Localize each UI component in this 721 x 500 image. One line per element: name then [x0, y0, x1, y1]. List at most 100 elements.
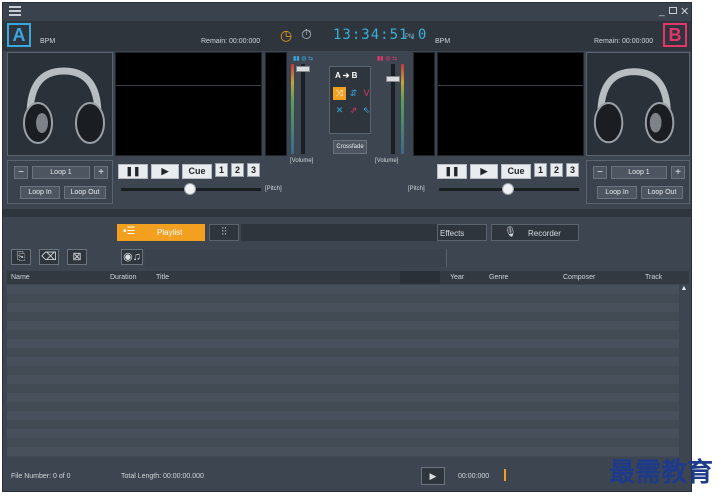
tab-equalizer[interactable]: ⫶⫶	[209, 224, 239, 241]
deck-b-waveform[interactable]	[437, 52, 584, 156]
title-bar: _ ✕	[3, 3, 691, 21]
total-length: Total Length: 00:00:00.000	[121, 473, 204, 480]
stopwatch-icon: ⏱	[301, 26, 312, 42]
section-divider	[3, 209, 691, 217]
deck-b-pitch-knob[interactable]	[502, 183, 514, 195]
deck-b-waveform-small	[413, 52, 435, 156]
deck-a-waveform-small	[265, 52, 287, 156]
clock-icon: ◷	[280, 27, 293, 43]
deck-a-badge: A	[7, 23, 31, 47]
deck-a-volume-knob[interactable]	[296, 66, 310, 72]
column-title[interactable]: Title	[156, 274, 169, 281]
ab-transition-box: A ➔ B ⤨ ⇵ V ✕ ⇗ ⇖	[329, 66, 371, 134]
mixer-panel: ▮▮ ◍ ⇆ A ➔ B ⤨ ⇵ V ✕ ⇗ ⇖ Crossfade ▮▮ ◍ …	[289, 52, 413, 162]
deck-a-mini-icons: ▮▮ ◍ ⇆	[293, 56, 314, 62]
fade-x-icon[interactable]: ✕	[333, 104, 346, 117]
minimize-icon[interactable]: _	[659, 6, 665, 17]
deck-a-hotcue-3[interactable]: 3	[247, 163, 260, 177]
tab-recorder-label: Recorder	[528, 229, 561, 238]
deck-a-bpm: BPM	[40, 38, 56, 45]
playlist-scrollbar[interactable]: ▲	[679, 285, 689, 457]
maximize-icon[interactable]	[669, 7, 677, 14]
tab-playlist[interactable]: •☰ Playlist	[117, 224, 205, 241]
deck-a-level-meter	[291, 64, 294, 154]
deck-a-pitch-label: [Pitch]	[265, 186, 282, 192]
add-file-icon[interactable]: ⎘	[11, 249, 31, 265]
deck-a-pause-button[interactable]: ❚❚	[118, 164, 148, 179]
deck-a-pitch-knob[interactable]	[184, 183, 196, 195]
deck-a-hotcue-1[interactable]: 1	[215, 163, 228, 177]
deck-b-pitch-label: [Pitch]	[408, 186, 425, 192]
deck-b-level-meter	[401, 64, 404, 154]
deck-b-loop-select[interactable]: Loop 1	[611, 166, 667, 179]
column-composer[interactable]: Composer	[563, 274, 595, 281]
deck-a-loop-minus[interactable]: −	[14, 166, 28, 179]
deck-b-bpm: BPM	[435, 38, 451, 45]
deck-a-loop-select[interactable]: Loop 1	[32, 166, 90, 179]
ab-label: A ➔ B	[335, 71, 358, 80]
deck-a-waveform[interactable]	[115, 52, 262, 156]
deck-b-volume-knob[interactable]	[386, 76, 400, 82]
headphones-icon	[23, 67, 105, 144]
preview-progress[interactable]	[504, 469, 506, 481]
deck-b-play-button[interactable]: ▶	[470, 164, 498, 179]
deck-b-hotcue-1[interactable]: 1	[534, 163, 547, 177]
playlist-rows[interactable]	[7, 285, 679, 457]
hamburger-icon[interactable]	[9, 6, 21, 16]
tab-effects[interactable]: Effects	[437, 224, 487, 241]
fade-v-icon[interactable]: V	[360, 87, 373, 100]
deck-b-loop-plus[interactable]: +	[671, 166, 685, 179]
column-duration[interactable]: Duration	[110, 274, 136, 281]
deck-b-loop-out[interactable]: Loop Out	[641, 186, 683, 199]
deck-a-cue-button[interactable]: Cue	[182, 164, 212, 179]
deck-b-cue-button[interactable]: Cue	[501, 164, 531, 179]
microphone-icon: 🎙︎	[504, 227, 517, 238]
deck-a-hotcue-2[interactable]: 2	[231, 163, 244, 177]
deck-b-loop-in[interactable]: Loop In	[597, 186, 637, 199]
close-icon[interactable]: ✕	[680, 5, 689, 18]
deck-a-loop-plus[interactable]: +	[94, 166, 108, 179]
preview-play-icon[interactable]: ▶	[421, 467, 445, 485]
tab-recorder[interactable]: 🎙︎ Recorder	[491, 224, 579, 241]
deck-a-artwork	[7, 52, 113, 156]
deck-b-badge: B	[663, 23, 687, 47]
deck-b-pause-button[interactable]: ❚❚	[437, 164, 467, 179]
clear-list-icon[interactable]: ⊠	[67, 249, 87, 265]
file-number: File Number: 0 of 0	[11, 473, 71, 480]
column-track[interactable]: Track	[645, 274, 662, 281]
deck-a-play-button[interactable]: ▶	[151, 164, 179, 179]
column-genre[interactable]: Genre	[489, 274, 508, 281]
fade-cross-icon[interactable]: ⤨	[333, 87, 346, 100]
deck-b-remain: Remain: 00:00:000	[594, 38, 654, 45]
deck-a-loop-out[interactable]: Loop Out	[64, 186, 106, 199]
tab-effects-label: Effects	[440, 229, 465, 238]
deck-b-loop-panel: − Loop 1 + Loop In Loop Out	[586, 160, 690, 204]
column-name[interactable]: Name	[11, 274, 30, 281]
deck-b-loop-minus[interactable]: −	[593, 166, 607, 179]
deck-b-mini-icons: ▮▮ ◍ ⇆	[377, 56, 398, 62]
deck-b-hotcue-2[interactable]: 2	[550, 163, 563, 177]
toolbar-blank-field	[145, 249, 447, 267]
deck-a-loop-in[interactable]: Loop In	[20, 186, 60, 199]
fade-arrows-icon[interactable]: ⇗	[347, 104, 360, 117]
headphones-icon	[593, 68, 675, 144]
deck-b-volume-label: [Volume]	[375, 158, 399, 164]
crossfade-button[interactable]: Crossfade	[333, 140, 367, 154]
deck-a-volume-track[interactable]	[301, 64, 305, 154]
load-disc-icon[interactable]: ◉♫	[121, 249, 143, 265]
fade-corner-icon[interactable]: ⇖	[360, 104, 373, 117]
deck-a-volume-label: [Volume]	[290, 158, 314, 164]
remove-file-icon[interactable]: ⌫	[39, 249, 59, 265]
preview-position: 00:00:000	[458, 473, 490, 480]
clock-ampm: PM	[405, 34, 414, 40]
scroll-up-icon[interactable]: ▲	[679, 285, 689, 292]
deck-b-artwork	[586, 52, 690, 156]
status-bar	[3, 463, 691, 491]
column-year[interactable]: Year	[450, 274, 464, 281]
playlist-icon: •☰	[123, 226, 136, 237]
equalizer-icon: ⫶⫶	[221, 226, 227, 238]
fade-up-icon[interactable]: ⇵	[347, 87, 360, 100]
deck-b-hotcue-3[interactable]: 3	[566, 163, 579, 177]
watermark-text: 最需教育	[608, 458, 713, 488]
tab-playlist-label: Playlist	[157, 228, 183, 237]
